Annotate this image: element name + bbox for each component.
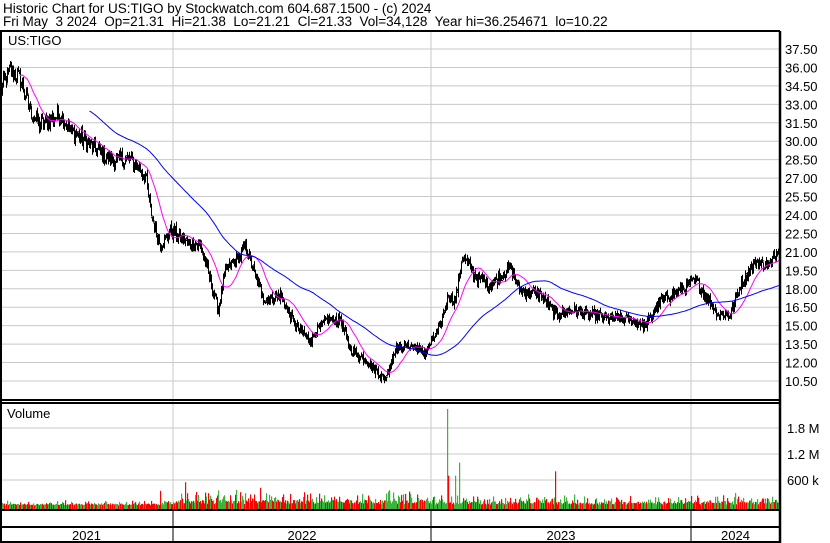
symbol-label: US:TIGO bbox=[8, 33, 61, 48]
price-tick-label: 22.50 bbox=[785, 226, 818, 241]
year-label: 2024 bbox=[721, 528, 750, 543]
price-tick-label: 12.00 bbox=[785, 356, 818, 371]
moving-average-line bbox=[19, 74, 780, 374]
price-tick-label: 36.00 bbox=[785, 60, 818, 75]
price-tick-label: 25.50 bbox=[785, 190, 818, 205]
price-tick-label: 21.00 bbox=[785, 245, 818, 260]
year-label: 2021 bbox=[72, 528, 101, 543]
volume-tick-label: 600 k bbox=[787, 473, 819, 488]
price-tick-label: 18.00 bbox=[785, 282, 818, 297]
chart-frame bbox=[0, 30, 782, 543]
price-bars bbox=[0, 61, 781, 384]
axis-labels: 37.50 36.00 34.50 33.00 31.50 30.00 28.50 27.00… bbox=[72, 42, 819, 543]
moving-averages bbox=[19, 74, 780, 374]
price-tick-label: 24.00 bbox=[785, 208, 818, 223]
stock-chart: Historic Chart for US:TIGO by Stockwatch… bbox=[0, 1, 820, 543]
price-tick-label: 15.00 bbox=[785, 319, 818, 334]
price-tick-label: 33.00 bbox=[785, 97, 818, 112]
year-label: 2023 bbox=[547, 528, 576, 543]
volume-panel-label: Volume bbox=[7, 406, 50, 421]
price-tick-label: 27.00 bbox=[785, 171, 818, 186]
price-tick-label: 37.50 bbox=[785, 42, 818, 57]
volume-bars bbox=[0, 408, 781, 509]
price-tick-label: 19.50 bbox=[785, 263, 818, 278]
price-tick-label: 16.50 bbox=[785, 300, 818, 315]
year-label: 2022 bbox=[288, 528, 317, 543]
price-tick-label: 34.50 bbox=[785, 79, 818, 94]
price-tick-label: 30.00 bbox=[785, 134, 818, 149]
grid bbox=[0, 31, 780, 510]
quote-summary: Fri May 3 2024 Op=21.31 Hi=21.38 Lo=21.2… bbox=[3, 14, 608, 29]
price-tick-label: 31.50 bbox=[785, 116, 818, 131]
volume-tick-label: 1.2 M bbox=[787, 447, 820, 462]
price-tick-label: 10.50 bbox=[785, 374, 818, 389]
price-tick-label: 28.50 bbox=[785, 153, 818, 168]
price-tick-label: 13.50 bbox=[785, 337, 818, 352]
volume-bar bbox=[459, 462, 461, 509]
volume-tick-label: 1.8 M bbox=[787, 421, 820, 436]
